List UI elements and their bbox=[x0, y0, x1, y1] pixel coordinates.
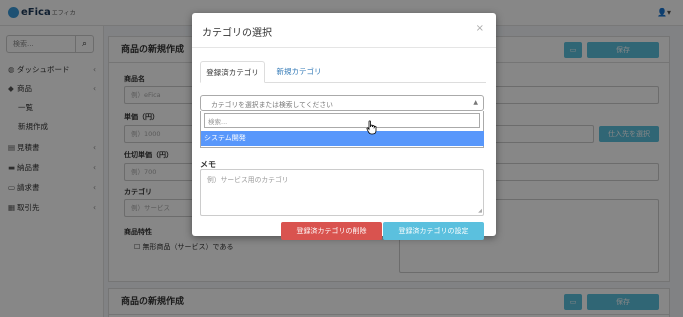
close-icon[interactable]: × bbox=[476, 23, 484, 34]
memo-textarea[interactable]: 例）サービス用のカテゴリ ◢ bbox=[200, 169, 484, 216]
category-select[interactable]: カテゴリを選択または検索してください ▲ bbox=[200, 95, 484, 111]
modal-tabs: 登録済カテゴリ 新規カテゴリ bbox=[200, 61, 486, 83]
caret-up-icon: ▲ bbox=[473, 99, 478, 106]
category-select-modal: カテゴリの選択 × 登録済カテゴリ 新規カテゴリ カテゴリを選択または検索してく… bbox=[192, 13, 496, 240]
category-select-placeholder: カテゴリを選択または検索してください bbox=[211, 101, 333, 109]
tab-registered-category[interactable]: 登録済カテゴリ bbox=[200, 61, 265, 83]
modal-title: カテゴリの選択 bbox=[202, 28, 272, 39]
tab-new-category[interactable]: 新規カテゴリ bbox=[269, 61, 329, 83]
resize-handle-icon[interactable]: ◢ bbox=[478, 208, 482, 214]
dropdown-search-placeholder: 検索... bbox=[208, 118, 228, 126]
memo-placeholder: 例）サービス用のカテゴリ bbox=[207, 176, 289, 184]
delete-category-button[interactable]: 登録済カテゴリの削除 bbox=[281, 222, 382, 240]
category-dropdown: 検索... システム開発 bbox=[200, 111, 484, 148]
hand-pointer-icon bbox=[366, 120, 377, 135]
modal-divider bbox=[192, 47, 496, 48]
dropdown-search-input[interactable]: 検索... bbox=[204, 113, 480, 128]
dropdown-option[interactable]: システム開発 bbox=[201, 131, 484, 146]
set-category-button[interactable]: 登録済カテゴリの設定 bbox=[383, 222, 484, 240]
